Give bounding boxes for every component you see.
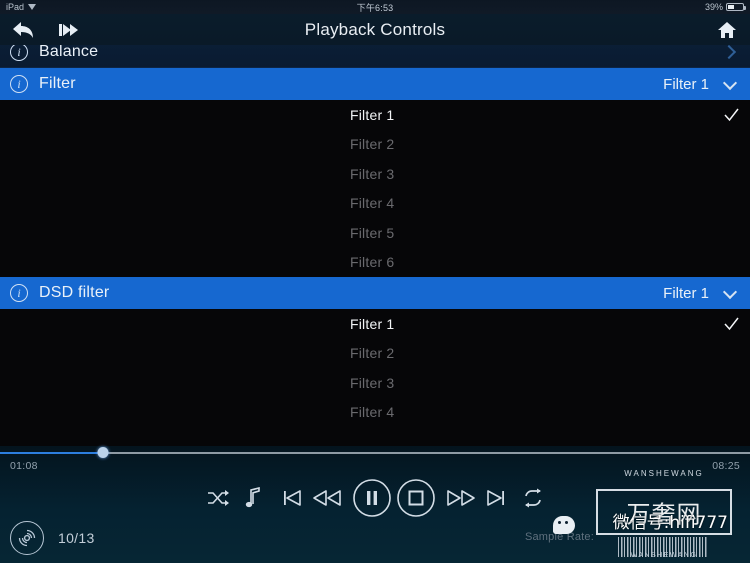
rewind-icon xyxy=(312,487,342,509)
setting-label-filter: Filter xyxy=(39,75,76,92)
next-track-icon xyxy=(484,487,508,509)
list-item[interactable]: Filter 6 xyxy=(0,248,750,278)
option-label: Filter 6 xyxy=(350,254,395,271)
chevron-down-icon[interactable] xyxy=(723,77,737,91)
wechat-icon xyxy=(553,516,575,534)
info-icon[interactable]: i xyxy=(10,75,28,93)
time-labels: 01:08 08:25 xyxy=(0,460,750,474)
setting-value-filter: Filter 1 xyxy=(663,75,709,93)
setting-row-filter[interactable]: i Filter Filter 1 xyxy=(0,68,750,100)
shuffle-button[interactable] xyxy=(206,478,230,518)
music-note-button[interactable] xyxy=(244,478,262,518)
pause-button[interactable] xyxy=(352,478,392,518)
info-icon[interactable]: i xyxy=(10,42,28,61)
chevron-right-icon[interactable] xyxy=(723,45,737,59)
list-item[interactable]: Filter 1 xyxy=(0,309,750,339)
fast-forward-button[interactable] xyxy=(446,478,476,518)
progress-fill xyxy=(0,452,103,454)
stop-icon xyxy=(396,478,436,518)
home-button[interactable] xyxy=(704,14,750,45)
forward-page-button[interactable] xyxy=(46,14,92,45)
previous-track-button[interactable] xyxy=(280,478,304,518)
pause-icon xyxy=(352,478,392,518)
checkmark-icon xyxy=(724,317,739,331)
option-label: Filter 4 xyxy=(350,404,395,421)
shuffle-icon xyxy=(206,488,230,508)
list-item[interactable]: Filter 2 xyxy=(0,339,750,369)
vinyl-disc-icon[interactable] xyxy=(10,521,44,555)
setting-value-dsd-filter: Filter 1 xyxy=(663,284,709,302)
watermark-wechat-id: 微信号:hifi777 xyxy=(612,513,728,533)
previous-track-icon xyxy=(280,487,304,509)
now-playing-info: 10/13 xyxy=(10,521,95,555)
info-icon[interactable]: i xyxy=(10,284,28,302)
music-note-icon xyxy=(244,487,262,509)
option-label: Filter 2 xyxy=(350,345,395,362)
setting-row-dsd-filter[interactable]: i DSD filter Filter 1 xyxy=(0,277,750,309)
progress-knob[interactable] xyxy=(97,447,109,458)
navigation-bar: Playback Controls xyxy=(0,14,750,45)
list-item[interactable]: Filter 5 xyxy=(0,218,750,248)
progress-track[interactable] xyxy=(0,452,750,454)
playback-bottom-bar: 01:08 08:25 10/13 Sample Rate: WANSHEWAN… xyxy=(0,446,750,563)
next-track-button[interactable] xyxy=(484,478,508,518)
battery-percent-label: 39% xyxy=(704,2,723,12)
ios-status-bar: iPad 下午6:53 39% xyxy=(0,0,750,14)
list-item[interactable]: Filter 1 xyxy=(0,100,750,130)
option-label: Filter 3 xyxy=(350,165,395,182)
playback-controls-screen: iPad 下午6:53 39% Playback Controls i Bala… xyxy=(0,0,750,563)
list-item[interactable]: Filter 3 xyxy=(0,159,750,189)
list-item[interactable]: Filter 3 xyxy=(0,368,750,398)
dsd-filter-option-list[interactable]: Filter 1 Filter 2 Filter 3 Filter 4 xyxy=(0,309,750,427)
option-label: Filter 1 xyxy=(350,315,395,332)
track-counter: 10/13 xyxy=(58,530,95,546)
list-item[interactable]: Filter 4 xyxy=(0,189,750,219)
list-item[interactable]: Filter 4 xyxy=(0,398,750,428)
watermark-barcode xyxy=(618,537,708,557)
stop-button[interactable] xyxy=(396,478,436,518)
setting-label-balance: Balance xyxy=(39,42,99,60)
back-button[interactable] xyxy=(0,14,46,45)
option-label: Filter 4 xyxy=(350,195,395,212)
fast-forward-icon xyxy=(446,487,476,509)
status-bar-clock: 下午6:53 xyxy=(356,2,394,13)
filter-option-list[interactable]: Filter 1 Filter 2 Filter 3 Filter 4 Filter 5… xyxy=(0,100,750,277)
chevron-down-icon[interactable] xyxy=(723,286,737,300)
progress-scrubber[interactable] xyxy=(0,446,750,460)
page-title: Playback Controls xyxy=(304,19,446,39)
remaining-time: 08:25 xyxy=(712,460,740,472)
watermark-arc-bottom: WANSHEWANG xyxy=(630,552,698,559)
status-bar-right: 39% xyxy=(704,2,746,12)
rewind-button[interactable] xyxy=(312,478,342,518)
settings-scroll-area[interactable]: i Balance i Filter Filter 1 Filter 1 Filt… xyxy=(0,36,750,446)
option-label: Filter 3 xyxy=(350,374,395,391)
battery-icon xyxy=(726,3,746,11)
setting-label-dsd-filter: DSD filter xyxy=(39,284,110,301)
repeat-button[interactable] xyxy=(522,478,544,518)
checkmark-icon xyxy=(724,108,739,122)
elapsed-time: 01:08 xyxy=(10,460,38,472)
option-label: Filter 5 xyxy=(350,224,395,241)
option-label: Filter 2 xyxy=(350,136,395,153)
repeat-icon xyxy=(522,488,544,508)
list-item[interactable]: Filter 2 xyxy=(0,130,750,160)
option-label: Filter 1 xyxy=(350,106,395,123)
